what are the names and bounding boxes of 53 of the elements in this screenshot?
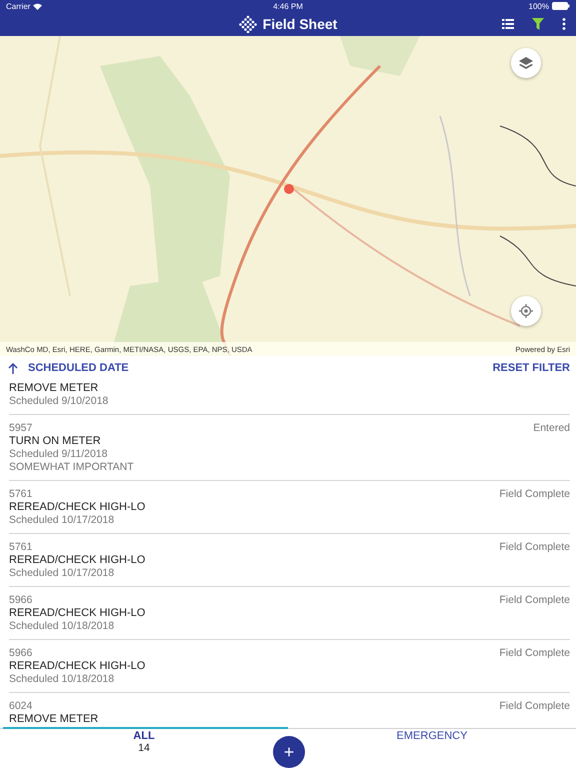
job-status: Field Complete — [499, 488, 570, 501]
sort-button[interactable]: SCHEDULED DATE — [28, 362, 129, 374]
job-title: TURN ON METER — [9, 435, 102, 448]
crosshair-icon — [519, 304, 533, 318]
job-row[interactable]: REMOVE METER Scheduled 9/10/2018 — [0, 380, 576, 415]
job-row[interactable]: 5957 Entered TURN ON METER Scheduled 9/11/2018 SOMEWHAT IMPORTANT — [0, 415, 576, 481]
reset-filter-button[interactable]: RESET FILTER — [492, 362, 570, 374]
arrow-up-icon[interactable] — [8, 362, 18, 374]
job-status: Field Complete — [499, 541, 570, 554]
job-status: Entered — [533, 422, 570, 435]
job-title: REREAD/CHECK HIGH-LO — [9, 607, 146, 620]
tab[interactable]: EMERGENCY — [392, 729, 472, 742]
job-number: 6024 — [9, 700, 32, 713]
layers-icon — [519, 56, 533, 70]
job-number: 5966 — [9, 647, 32, 660]
job-title: REMOVE METER — [9, 382, 100, 395]
job-row[interactable]: 5966 Field Complete REREAD/CHECK HIGH-LO Scheduled 10/18/2018 — [0, 587, 576, 640]
priority-label: SOMEWHAT IMPORTANT — [9, 461, 135, 474]
scheduled-date: Scheduled 9/11/2018 — [9, 448, 108, 461]
scheduled-date: Scheduled 10/18/2018 — [9, 620, 116, 633]
more-icon[interactable] — [562, 18, 566, 30]
scheduled-date: Scheduled 9/10/2018 — [9, 395, 110, 408]
battery-percent: 100% — [528, 2, 549, 10]
job-number: 5761 — [9, 488, 32, 501]
job-title: REMOVE METER — [9, 713, 100, 726]
tab-count: 14 — [138, 742, 150, 754]
filter-icon[interactable] — [532, 18, 544, 30]
scheduled-date: Scheduled 10/18/2018 — [9, 673, 116, 686]
job-title: REREAD/CHECK HIGH-LO — [9, 660, 146, 673]
job-row[interactable]: 5761 Field Complete REREAD/CHECK HIGH-LO Scheduled 10/17/2018 — [0, 534, 576, 587]
job-number: 5966 — [9, 594, 32, 607]
app-title: Field Sheet — [262, 16, 338, 32]
job-status: Field Complete — [499, 594, 570, 607]
job-row[interactable]: 5761 Field Complete REREAD/CHECK HIGH-LO Scheduled 10/17/2018 — [0, 481, 576, 534]
list-icon[interactable] — [502, 19, 514, 29]
add-button[interactable]: + — [273, 736, 305, 768]
carrier-label: Carrier — [6, 2, 30, 10]
job-number: 5957 — [9, 422, 32, 435]
scheduled-date: Scheduled 10/17/2018 — [9, 567, 116, 580]
app-logo-icon — [238, 15, 257, 33]
clock-time: 4:46 PM — [273, 2, 303, 10]
scheduled-date: Scheduled 10/17/2018 — [9, 514, 116, 527]
job-row[interactable]: 5966 Field Complete REREAD/CHECK HIGH-LO Scheduled 10/18/2018 — [0, 640, 576, 693]
battery-icon — [552, 2, 570, 10]
job-title: REREAD/CHECK HIGH-LO — [9, 501, 146, 514]
wifi-icon — [33, 2, 42, 10]
tab-label: ALL — [133, 730, 155, 742]
job-number: 5761 — [9, 541, 32, 554]
tab-label: EMERGENCY — [396, 730, 468, 742]
job-status: Field Complete — [499, 700, 570, 713]
job-status: Field Complete — [499, 647, 570, 660]
job-title: REREAD/CHECK HIGH-LO — [9, 554, 146, 567]
tab[interactable]: ALL 14 — [129, 729, 159, 754]
